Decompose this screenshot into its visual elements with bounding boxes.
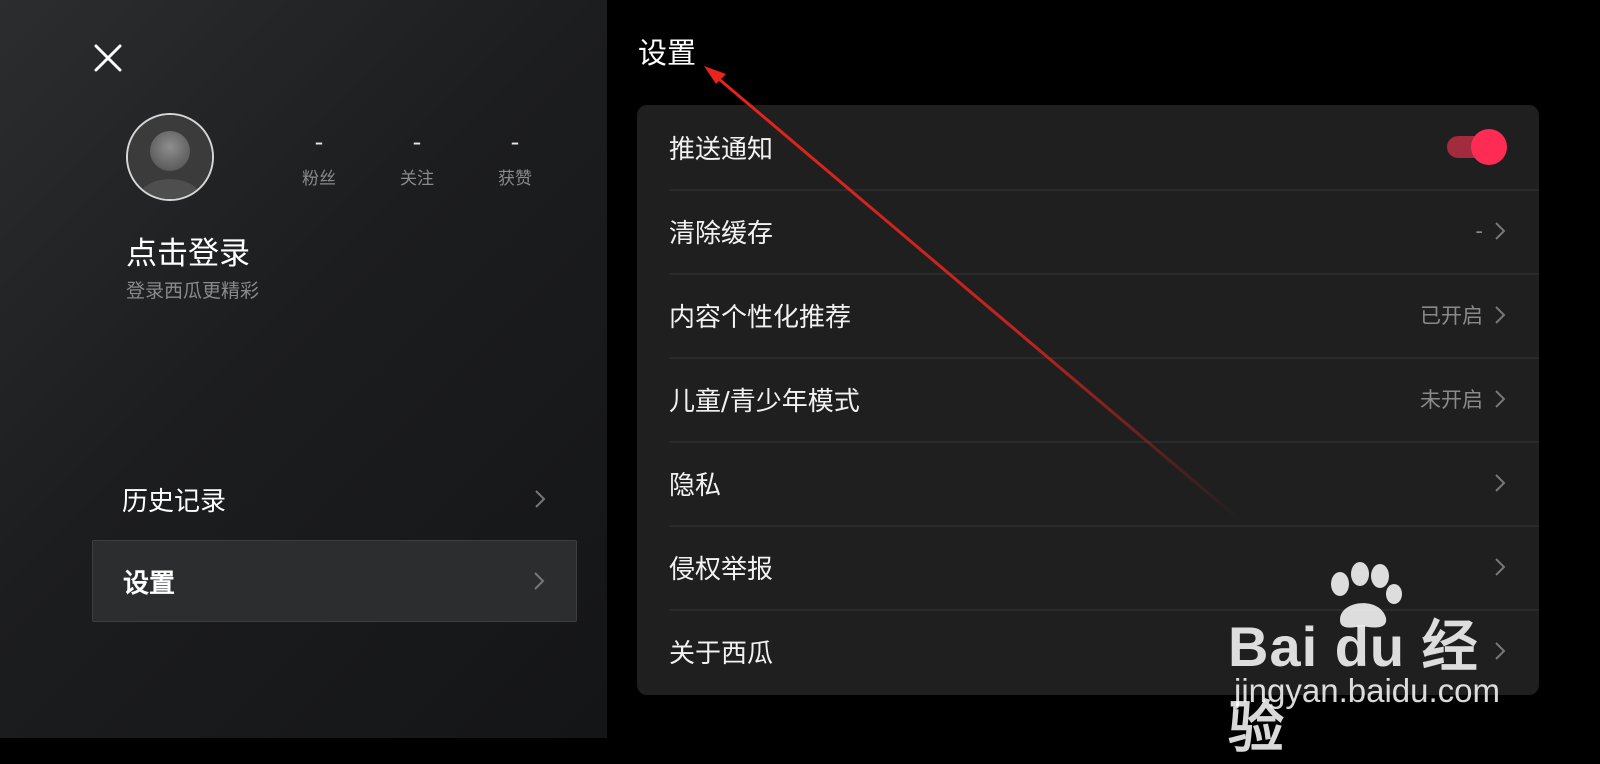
chevron-right-icon <box>534 572 545 590</box>
settings-row-label: 内容个性化推荐 <box>669 302 852 333</box>
stat-likes-label: 获赞 <box>498 169 532 189</box>
chevron-right-icon <box>1495 222 1506 240</box>
stat-likes[interactable]: - 获赞 <box>466 128 564 189</box>
stat-following-value: - <box>412 128 422 156</box>
watermark-url: jingyan.baidu.com <box>1234 672 1500 709</box>
personalization-status: 已开启 <box>1420 304 1483 328</box>
close-button[interactable] <box>86 36 130 80</box>
chevron-right-icon <box>535 490 546 508</box>
stat-fans[interactable]: - 粉丝 <box>270 128 368 189</box>
login-subtitle: 登录西瓜更精彩 <box>126 280 260 302</box>
sidebar-item-history[interactable]: 历史记录 <box>92 458 577 540</box>
settings-row-clear-cache[interactable]: 清除缓存 - <box>637 189 1539 273</box>
avatar[interactable] <box>126 113 214 201</box>
push-notifications-toggle[interactable] <box>1447 129 1507 165</box>
sidebar-item-label: 设置 <box>123 568 176 599</box>
chevron-right-icon <box>1495 306 1506 324</box>
settings-row-youth-mode[interactable]: 儿童/青少年模式 未开启 <box>637 357 1539 441</box>
chevron-right-icon <box>1495 474 1506 492</box>
sidebar-item-settings[interactable]: 设置 <box>92 540 577 622</box>
login-link[interactable]: 点击登录 <box>126 228 250 273</box>
chevron-right-icon <box>1495 390 1506 408</box>
settings-row-label: 清除缓存 <box>669 218 774 249</box>
default-avatar-icon <box>128 115 212 199</box>
profile-stats: - 粉丝 - 关注 - 获赞 <box>270 128 564 189</box>
stat-likes-value: - <box>510 128 520 156</box>
settings-row-label: 推送通知 <box>669 134 774 165</box>
left-panel: - 粉丝 - 关注 - 获赞 点击登录 登录西瓜更精彩 历史记录 设置 <box>0 0 607 738</box>
baidu-jingyan-watermark: Bai du 经验 jingyan.baidu.com <box>1228 562 1528 759</box>
stat-following-label: 关注 <box>400 169 434 189</box>
toggle-knob <box>1471 129 1507 165</box>
stat-fans-value: - <box>314 128 324 156</box>
sidebar-item-label: 历史记录 <box>122 486 227 517</box>
page-title: 设置 <box>638 36 697 70</box>
youth-mode-status: 未开启 <box>1420 388 1483 412</box>
settings-row-label: 儿童/青少年模式 <box>669 386 860 417</box>
stat-fans-label: 粉丝 <box>302 169 336 189</box>
close-icon <box>94 44 122 72</box>
settings-row-label: 隐私 <box>669 470 722 501</box>
stat-following[interactable]: - 关注 <box>368 128 466 189</box>
cache-size-value: - <box>1475 219 1483 243</box>
settings-row-push-notifications[interactable]: 推送通知 <box>637 105 1539 189</box>
settings-row-personalized-recommendations[interactable]: 内容个性化推荐 已开启 <box>637 273 1539 357</box>
settings-row-privacy[interactable]: 隐私 <box>637 441 1539 525</box>
